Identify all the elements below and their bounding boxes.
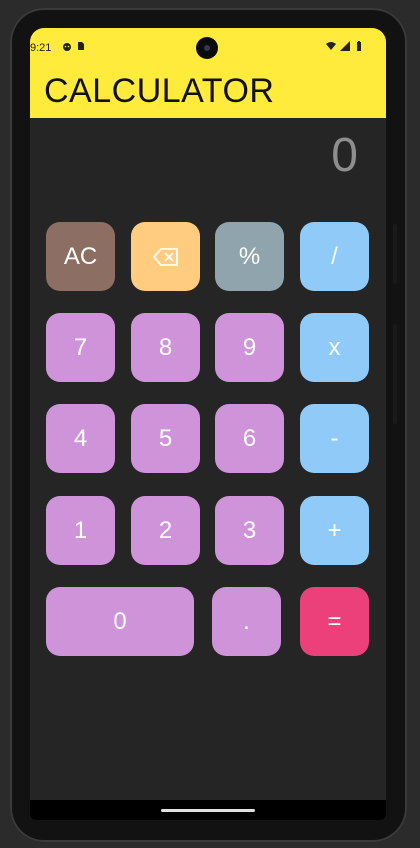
minus-button[interactable]: - <box>300 404 369 473</box>
digit-6-button[interactable]: 6 <box>215 404 284 473</box>
digit-4-button[interactable]: 4 <box>46 404 115 473</box>
home-gesture-handle[interactable] <box>161 809 255 812</box>
status-left-icons <box>62 41 86 51</box>
digit-5-button[interactable]: 5 <box>131 404 200 473</box>
clear-button[interactable]: AC <box>46 222 115 291</box>
plus-button[interactable]: + <box>300 496 369 565</box>
app-bar: CALCULATOR <box>30 66 386 118</box>
backspace-button[interactable] <box>131 222 200 291</box>
digit-3-button[interactable]: 3 <box>215 496 284 565</box>
digit-1-button[interactable]: 1 <box>46 496 115 565</box>
sim-card-icon <box>78 42 84 50</box>
equals-button[interactable]: = <box>300 587 369 656</box>
android-icon <box>63 43 71 51</box>
result-display: 0 <box>331 129 358 182</box>
signal-icon <box>340 41 350 51</box>
volume-button <box>393 224 397 284</box>
app-title: CALCULATOR <box>44 72 275 110</box>
battery-icon <box>357 41 361 51</box>
status-right-icons <box>326 41 364 51</box>
multiply-button[interactable]: x <box>300 313 369 382</box>
status-time: 9:21 <box>30 42 52 54</box>
digit-2-button[interactable]: 2 <box>131 496 200 565</box>
decimal-button[interactable]: . <box>212 587 281 656</box>
digit-9-button[interactable]: 9 <box>215 313 284 382</box>
navigation-bar <box>30 800 386 820</box>
backspace-icon <box>152 247 178 266</box>
digit-0-button[interactable]: 0 <box>46 587 194 656</box>
percent-button[interactable]: % <box>215 222 284 291</box>
divide-button[interactable]: / <box>300 222 369 291</box>
status-bar: 9:21 <box>30 28 386 66</box>
wifi-icon <box>326 42 336 50</box>
app-screen: 9:21 CALCULATOR 0 AC % / 7 8 9 x 4 5 6 -… <box>30 28 386 820</box>
digit-7-button[interactable]: 7 <box>46 313 115 382</box>
digit-8-button[interactable]: 8 <box>131 313 200 382</box>
power-button <box>393 324 397 424</box>
front-camera <box>196 37 218 59</box>
